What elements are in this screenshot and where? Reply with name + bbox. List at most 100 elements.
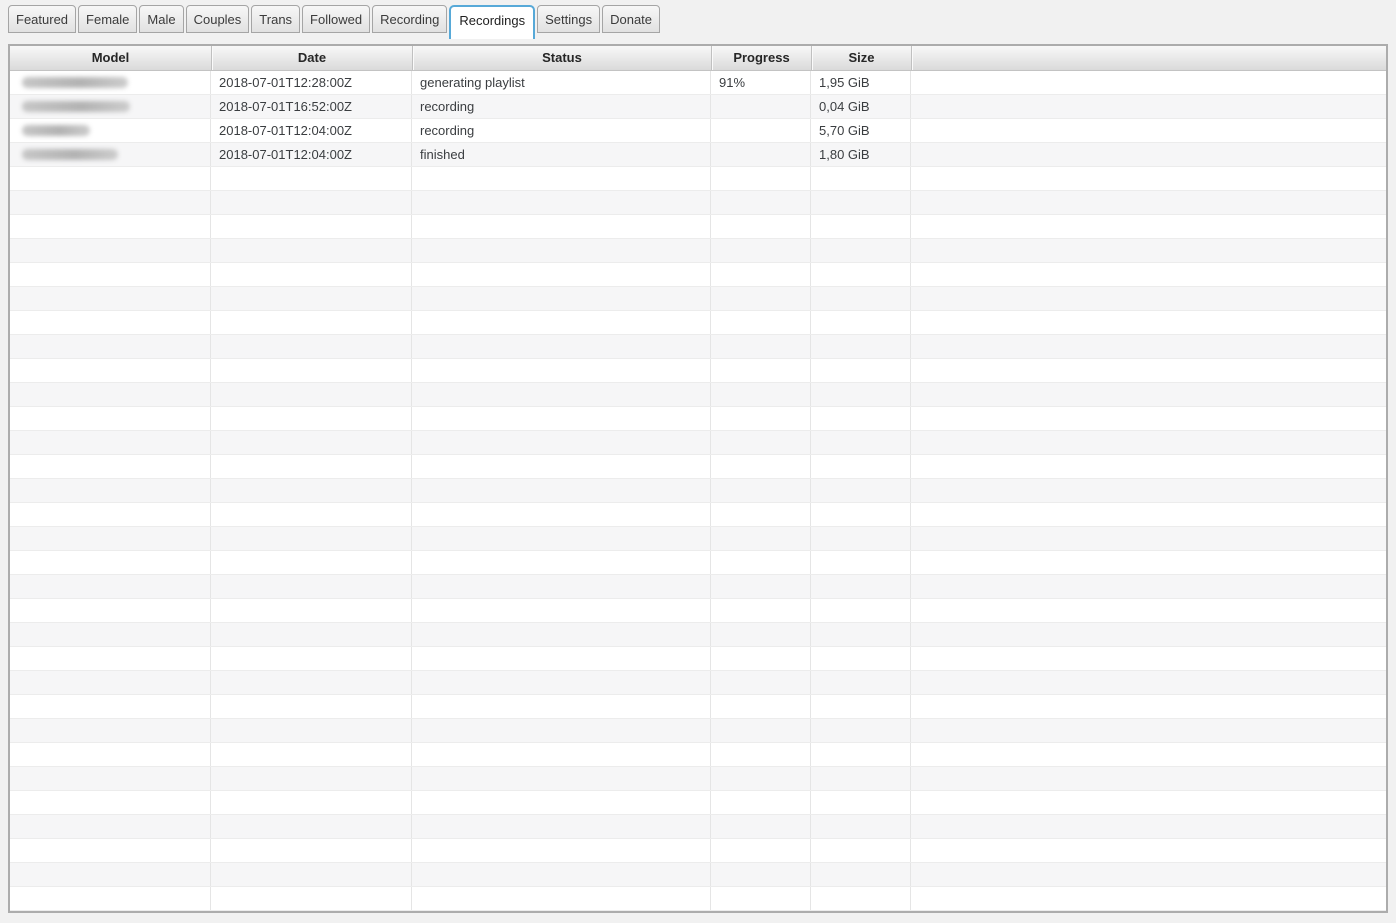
cell-size: 1,80 GiB xyxy=(811,143,911,166)
cell-actions xyxy=(911,767,1386,790)
cell-model xyxy=(10,623,211,646)
cell-actions xyxy=(911,335,1386,358)
cell-model xyxy=(10,503,211,526)
table-row[interactable]: 2018-07-01T12:04:00Zfinished1,80 GiB xyxy=(10,143,1386,167)
cell-status: recording xyxy=(412,119,711,142)
cell-model xyxy=(10,527,211,550)
table-header-row: ModelDateStatusProgressSize xyxy=(10,46,1386,71)
cell-progress xyxy=(711,311,811,334)
cell-size xyxy=(811,167,911,190)
column-header-model[interactable]: Model xyxy=(10,46,211,70)
cell-status xyxy=(412,863,711,886)
column-header-date[interactable]: Date xyxy=(211,46,412,70)
cell-model xyxy=(10,215,211,238)
cell-model xyxy=(10,95,211,118)
tab-female[interactable]: Female xyxy=(78,5,137,33)
table-row-empty xyxy=(10,743,1386,767)
tab-donate[interactable]: Donate xyxy=(602,5,660,33)
tab-featured[interactable]: Featured xyxy=(8,5,76,33)
cell-size: 0,04 GiB xyxy=(811,95,911,118)
cell-date xyxy=(211,791,412,814)
cell-status xyxy=(412,191,711,214)
cell-size xyxy=(811,551,911,574)
cell-date xyxy=(211,263,412,286)
column-header-progress[interactable]: Progress xyxy=(711,46,811,70)
tab-recording[interactable]: Recording xyxy=(372,5,447,33)
tab-couples[interactable]: Couples xyxy=(186,5,250,33)
recordings-table: ModelDateStatusProgressSize 2018-07-01T1… xyxy=(8,44,1388,913)
cell-model xyxy=(10,647,211,670)
cell-actions xyxy=(911,623,1386,646)
table-row[interactable]: 2018-07-01T12:04:00Zrecording5,70 GiB xyxy=(10,119,1386,143)
cell-date xyxy=(211,239,412,262)
table-row-empty xyxy=(10,479,1386,503)
cell-actions xyxy=(911,287,1386,310)
cell-actions xyxy=(911,863,1386,886)
cell-model xyxy=(10,551,211,574)
cell-actions xyxy=(911,791,1386,814)
cell-status xyxy=(412,767,711,790)
cell-date xyxy=(211,743,412,766)
tab-followed[interactable]: Followed xyxy=(302,5,370,33)
cell-progress xyxy=(711,599,811,622)
cell-progress xyxy=(711,167,811,190)
tab-male[interactable]: Male xyxy=(139,5,183,33)
tab-recordings[interactable]: Recordings xyxy=(449,5,535,39)
cell-status xyxy=(412,599,711,622)
cell-progress xyxy=(711,719,811,742)
cell-date xyxy=(211,767,412,790)
cell-progress xyxy=(711,239,811,262)
cell-actions xyxy=(911,479,1386,502)
tab-trans[interactable]: Trans xyxy=(251,5,300,33)
cell-status xyxy=(412,839,711,862)
column-header-status[interactable]: Status xyxy=(412,46,711,70)
cell-status xyxy=(412,503,711,526)
cell-actions xyxy=(911,647,1386,670)
model-name-redacted xyxy=(22,149,118,160)
table-row-empty xyxy=(10,671,1386,695)
cell-progress xyxy=(711,335,811,358)
column-header-actions[interactable] xyxy=(911,46,1386,70)
cell-progress xyxy=(711,887,811,910)
cell-progress xyxy=(711,815,811,838)
cell-model xyxy=(10,407,211,430)
cell-progress: 91% xyxy=(711,71,811,94)
cell-size xyxy=(811,599,911,622)
cell-size xyxy=(811,191,911,214)
table-row-empty xyxy=(10,239,1386,263)
cell-status xyxy=(412,623,711,646)
table-row[interactable]: 2018-07-01T12:28:00Zgenerating playlist9… xyxy=(10,71,1386,95)
column-header-size[interactable]: Size xyxy=(811,46,911,70)
cell-size: 5,70 GiB xyxy=(811,119,911,142)
cell-progress xyxy=(711,575,811,598)
tab-settings[interactable]: Settings xyxy=(537,5,600,33)
cell-size xyxy=(811,743,911,766)
cell-status xyxy=(412,887,711,910)
cell-status xyxy=(412,455,711,478)
cell-status xyxy=(412,719,711,742)
cell-size: 1,95 GiB xyxy=(811,71,911,94)
cell-status xyxy=(412,479,711,502)
cell-model xyxy=(10,671,211,694)
cell-date xyxy=(211,719,412,742)
cell-actions xyxy=(911,743,1386,766)
cell-size xyxy=(811,455,911,478)
cell-model xyxy=(10,839,211,862)
cell-actions xyxy=(911,167,1386,190)
cell-actions xyxy=(911,383,1386,406)
cell-progress xyxy=(711,767,811,790)
cell-model xyxy=(10,71,211,94)
cell-date xyxy=(211,455,412,478)
cell-status xyxy=(412,239,711,262)
cell-actions xyxy=(911,719,1386,742)
cell-size xyxy=(811,383,911,406)
cell-actions xyxy=(911,695,1386,718)
table-row[interactable]: 2018-07-01T16:52:00Zrecording0,04 GiB xyxy=(10,95,1386,119)
cell-progress xyxy=(711,623,811,646)
cell-actions xyxy=(911,839,1386,862)
cell-progress xyxy=(711,695,811,718)
cell-date xyxy=(211,191,412,214)
cell-status: generating playlist xyxy=(412,71,711,94)
table-row-empty xyxy=(10,791,1386,815)
cell-progress xyxy=(711,839,811,862)
